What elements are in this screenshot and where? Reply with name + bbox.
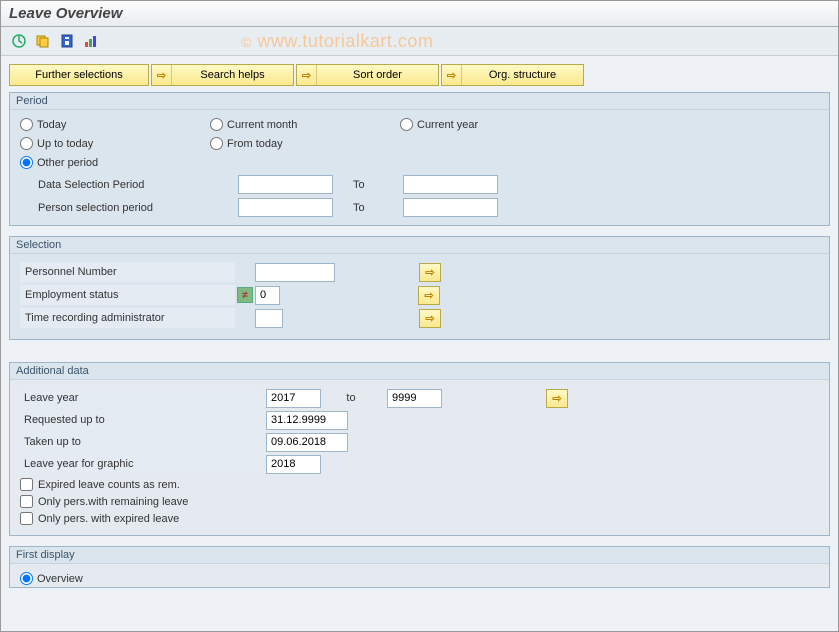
selection-button-row: Further selections ⇨Search helps ⇨Sort o… [9,64,830,86]
sort-order-button[interactable]: ⇨Sort order [296,64,439,86]
leave-year-label: Leave year [20,388,260,408]
pernr-label: Personnel Number [20,262,235,282]
chk-expired[interactable]: Only pers. with expired leave [20,510,819,527]
radio-overview[interactable]: Overview [20,572,819,585]
person-selection-label: Person selection period [38,202,238,214]
execute-icon[interactable] [9,31,29,51]
radio-other-period[interactable]: Other period [20,156,200,169]
further-selections-button[interactable]: Further selections [9,64,149,86]
chart-icon[interactable] [81,31,101,51]
first-display-title: First display [10,547,829,564]
pernr-multi-button[interactable]: ⇨ [419,263,441,282]
emp-status-multi-button[interactable]: ⇨ [418,286,440,305]
time-admin-multi-button[interactable]: ⇨ [419,309,441,328]
period-group: Period Today Current month Current year … [9,92,830,226]
info-icon[interactable] [57,31,77,51]
graphic-year-label: Leave year for graphic [20,454,260,474]
time-admin-field[interactable] [255,309,283,328]
arrow-right-icon: ⇨ [442,65,462,85]
radio-current-month[interactable]: Current month [210,118,390,131]
first-display-group: First display Overview [9,546,830,588]
selection-group: Selection Personnel Number ⇨ Employment … [9,236,830,340]
data-selection-from-field[interactable] [238,175,333,194]
emp-status-field[interactable] [255,286,280,305]
chk-remaining[interactable]: Only pers.with remaining leave [20,493,819,510]
radio-up-to-today[interactable]: Up to today [20,137,200,150]
period-title: Period [10,93,829,110]
emp-status-label: Employment status [20,285,235,305]
additional-title: Additional data [10,363,829,380]
title-bar: Leave Overview [1,1,838,27]
person-selection-from-field[interactable] [238,198,333,217]
arrow-right-icon: ⇨ [152,65,172,85]
chk-expired-rem[interactable]: Expired leave counts as rem. [20,476,819,493]
requested-label: Requested up to [20,410,260,430]
additional-data-group: Additional data Leave year to ⇨ Requeste… [9,362,830,536]
radio-from-today[interactable]: From today [210,137,390,150]
taken-label: Taken up to [20,432,260,452]
leave-year-to-field[interactable] [387,389,442,408]
leave-year-from-field[interactable] [266,389,321,408]
data-selection-to-field[interactable] [403,175,498,194]
selection-title: Selection [10,237,829,254]
arrow-right-icon: ⇨ [297,65,317,85]
requested-field[interactable] [266,411,348,430]
search-helps-button[interactable]: ⇨Search helps [151,64,294,86]
leave-year-multi-button[interactable]: ⇨ [546,389,568,408]
time-admin-label: Time recording administrator [20,308,235,328]
radio-current-year[interactable]: Current year [400,118,580,131]
org-structure-button[interactable]: ⇨Org. structure [441,64,584,86]
not-equal-icon[interactable]: ≠ [237,287,253,303]
page-title: Leave Overview [9,5,830,22]
taken-field[interactable] [266,433,348,452]
pernr-field[interactable] [255,263,335,282]
graphic-year-field[interactable] [266,455,321,474]
person-selection-to-field[interactable] [403,198,498,217]
radio-today[interactable]: Today [20,118,200,131]
to-label: to [321,392,381,404]
watermark: © © www.tutorialkart.comwww.tutorialkart… [241,31,433,52]
variant-icon[interactable] [33,31,53,51]
data-selection-label: Data Selection Period [38,179,238,191]
